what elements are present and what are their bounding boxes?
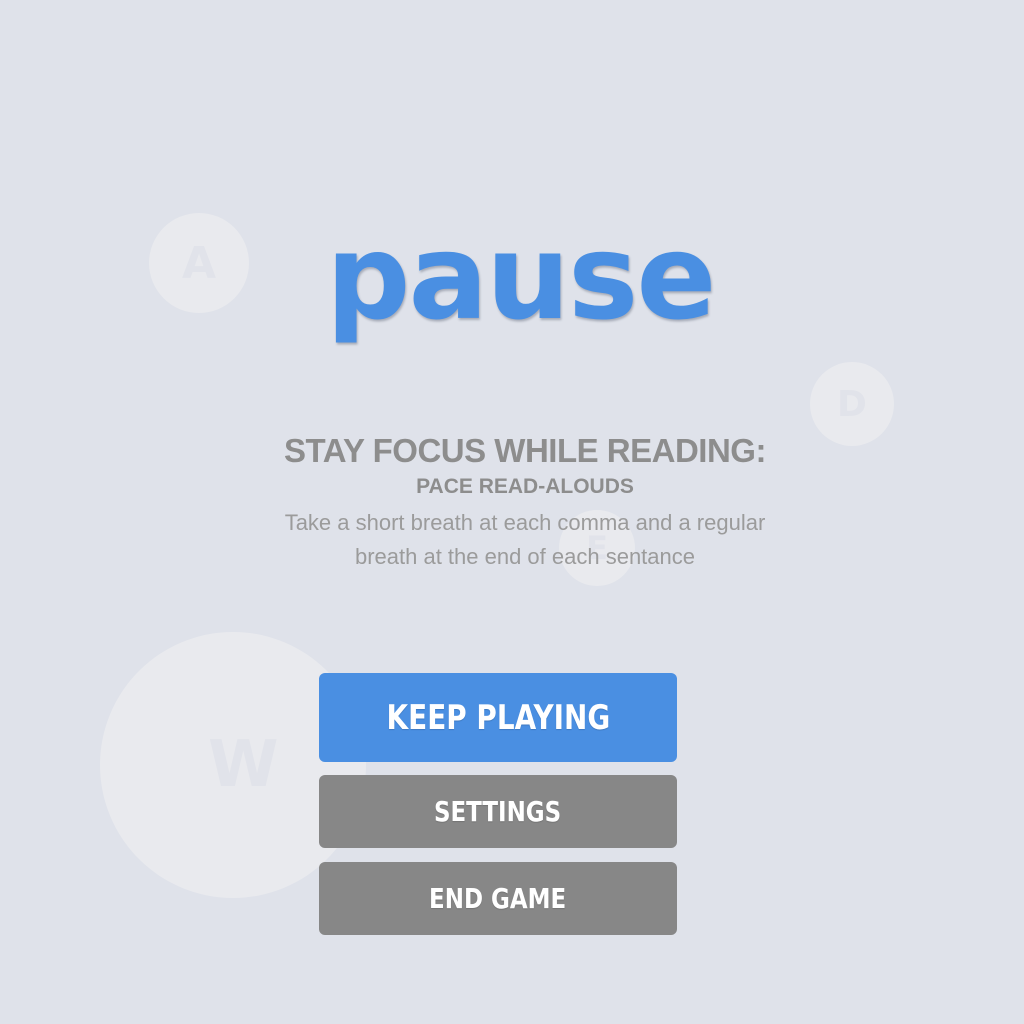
settings-label: SETTINGS [434, 795, 562, 828]
letter-bubble-a-label: A [181, 237, 217, 289]
letter-bubble-w-label: W [208, 728, 279, 802]
keep-playing-label: KEEP PLAYING [386, 697, 610, 738]
settings-button[interactable]: SETTINGS [319, 775, 677, 848]
pause-title: pause [326, 208, 716, 346]
pause-screen: A D E W pause STAY FOCUS WHILE READING: … [0, 0, 1024, 1024]
keep-playing-button[interactable]: KEEP PLAYING [319, 673, 677, 762]
letter-bubble-w: W [100, 632, 366, 898]
letter-bubble-a: A [149, 213, 249, 313]
end-game-label: END GAME [429, 882, 567, 915]
reading-tip: STAY FOCUS WHILE READING: PACE READ-ALOU… [200, 430, 850, 574]
tip-body: Take a short breath at each comma and a … [284, 510, 766, 569]
tip-subheading: PACE READ-ALOUDS [416, 475, 634, 498]
letter-bubble-d-label: D [837, 383, 867, 425]
tip-heading: STAY FOCUS WHILE READING: [284, 432, 766, 469]
end-game-button[interactable]: END GAME [319, 862, 677, 935]
